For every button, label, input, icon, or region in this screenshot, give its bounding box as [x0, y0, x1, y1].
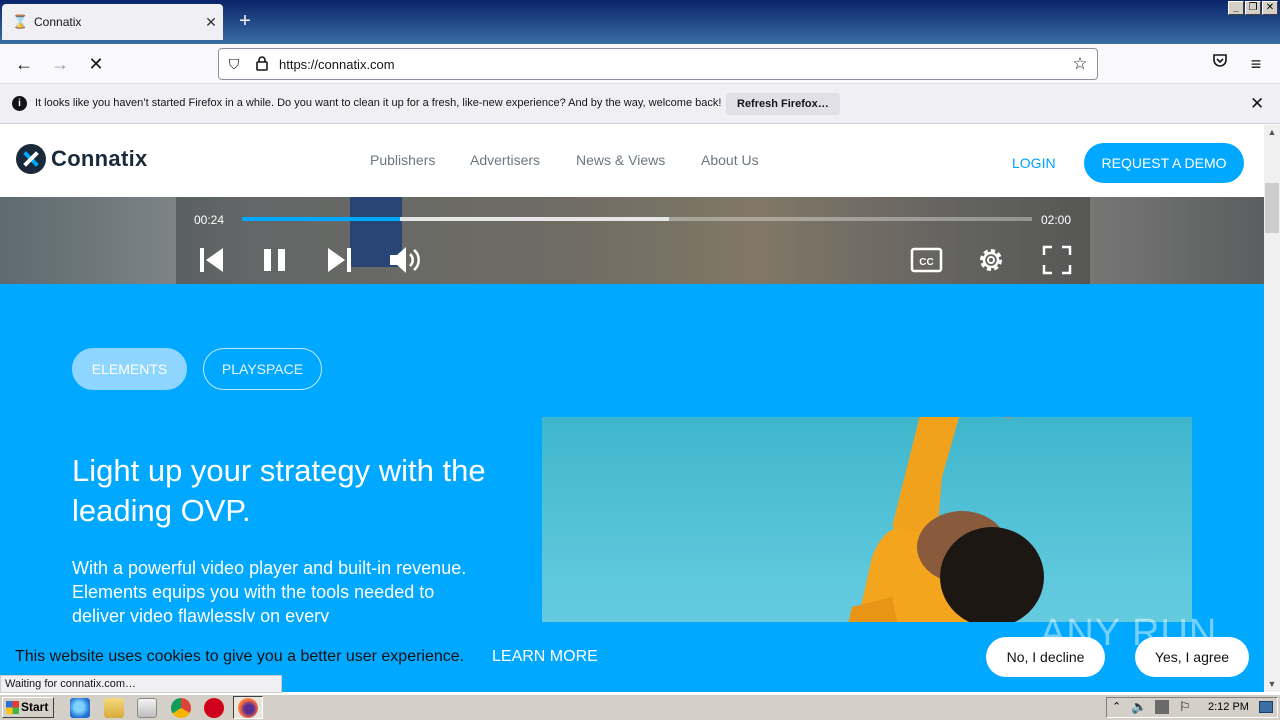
stop-loading-icon[interactable]: ✕	[82, 50, 110, 78]
video-player[interactable]: 00:24 02:00 CC	[0, 197, 1264, 284]
connatix-logo[interactable]: Connatix	[16, 144, 148, 174]
firefox-icon[interactable]	[238, 698, 258, 718]
logo-mark-icon	[16, 144, 46, 174]
skip-next-icon[interactable]	[326, 243, 360, 277]
start-button[interactable]: Start	[2, 697, 54, 718]
back-arrow-icon[interactable]: ←	[10, 50, 38, 78]
new-tab-button[interactable]: +	[234, 10, 256, 32]
close-tab-icon[interactable]: ✕	[199, 14, 223, 31]
duration: 02:00	[1041, 213, 1072, 227]
bookmark-star-icon[interactable]: ☆	[1071, 55, 1089, 73]
browser-title-bar: ⌛ Connatix ✕ + _ ❐ ✕	[0, 0, 1280, 44]
refresh-firefox-button[interactable]: Refresh Firefox…	[726, 93, 840, 115]
lock-icon[interactable]	[253, 55, 271, 73]
start-label: Start	[21, 700, 49, 714]
svg-text:CC: CC	[919, 257, 933, 268]
pocket-icon[interactable]	[1206, 50, 1234, 78]
volume-icon[interactable]	[388, 243, 422, 277]
hamburger-menu-icon[interactable]: ≡	[1242, 50, 1270, 78]
close-window-button[interactable]: ✕	[1262, 1, 1278, 15]
hero-title: Light up your strategy with the leading …	[72, 453, 486, 528]
nav-advertisers[interactable]: Advertisers	[470, 152, 540, 168]
learn-more-link[interactable]: LEARN MORE	[492, 648, 598, 666]
player-controls: 00:24 02:00	[176, 197, 1090, 284]
current-time: 00:24	[194, 213, 225, 227]
nav-publishers[interactable]: Publishers	[370, 152, 435, 168]
scroll-down-arrow-icon[interactable]: ▼	[1264, 677, 1280, 691]
windows-flag-icon	[6, 701, 19, 714]
chrome-icon[interactable]	[171, 698, 191, 718]
notification-bar: i It looks like you haven’t started Fire…	[0, 84, 1280, 124]
opera-icon[interactable]	[204, 698, 224, 718]
browser-tab[interactable]: ⌛ Connatix ✕	[2, 4, 223, 40]
status-bar: Waiting for connatix.com…	[0, 675, 282, 693]
site-header: Connatix Publishers Advertisers News & V…	[0, 125, 1264, 197]
logo-text: Connatix	[51, 146, 148, 171]
shield-icon[interactable]: ⛉	[225, 55, 243, 73]
navigation-toolbar: ← → ✕ ⛉ https://connatix.com ☆ ≡	[0, 44, 1280, 84]
closed-captions-icon[interactable]: CC	[910, 243, 944, 277]
request-demo-button[interactable]: REQUEST A DEMO	[1084, 143, 1244, 183]
page-scrollbar[interactable]: ▲ ▼	[1264, 125, 1280, 692]
tab-elements[interactable]: ELEMENTS	[72, 348, 187, 390]
minimize-window-button[interactable]: _	[1228, 1, 1244, 15]
media-player-icon[interactable]	[137, 698, 157, 718]
pause-icon[interactable]	[260, 243, 294, 277]
hourglass-icon: ⌛	[12, 14, 29, 29]
web-page: Connatix Publishers Advertisers News & V…	[0, 125, 1264, 692]
info-icon: i	[12, 96, 27, 111]
tab-playspace[interactable]: PLAYSPACE	[203, 348, 322, 390]
clock: 2:12 PM	[1208, 701, 1249, 713]
system-tray: ⌃ 🔈 ⚐	[1106, 697, 1278, 718]
forward-arrow-icon[interactable]: →	[46, 50, 74, 78]
file-explorer-icon[interactable]	[104, 698, 124, 718]
tray-expand-icon[interactable]: ⌃	[1112, 700, 1121, 713]
hero-description: With a powerful video player and built-i…	[72, 558, 467, 626]
cookie-message: This website uses cookies to give you a …	[15, 648, 465, 665]
anyrun-watermark: ANY RUN	[1040, 612, 1218, 654]
tab-title: Connatix	[34, 15, 82, 29]
windows-taskbar: Start ⌃ 🔈 ⚐ 2:12 PM	[0, 694, 1280, 720]
scroll-thumb[interactable]	[1265, 183, 1279, 233]
notification-message: It looks like you haven’t started Firefo…	[35, 97, 722, 109]
scroll-up-arrow-icon[interactable]: ▲	[1264, 125, 1280, 139]
settings-gear-icon[interactable]	[974, 243, 1008, 277]
address-bar[interactable]: ⛉ https://connatix.com ☆	[218, 48, 1098, 80]
action-center-flag-icon[interactable]: ⚐	[1179, 699, 1191, 715]
internet-explorer-icon[interactable]	[70, 698, 90, 718]
network-tray-icon[interactable]	[1155, 700, 1169, 714]
nav-news-views[interactable]: News & Views	[576, 152, 665, 168]
fullscreen-icon[interactable]	[1040, 243, 1074, 277]
close-notification-icon[interactable]: ✕	[1250, 94, 1264, 114]
restore-window-button[interactable]: ❐	[1245, 1, 1261, 15]
show-desktop-icon[interactable]	[1259, 701, 1273, 713]
skip-previous-icon[interactable]	[194, 243, 228, 277]
volume-tray-icon[interactable]: 🔈	[1131, 699, 1147, 715]
login-link[interactable]: LOGIN	[1012, 155, 1056, 171]
played-fill	[242, 217, 400, 221]
seek-bar[interactable]	[242, 217, 1032, 221]
nav-about-us[interactable]: About Us	[701, 152, 759, 168]
url-text: https://connatix.com	[279, 57, 395, 72]
